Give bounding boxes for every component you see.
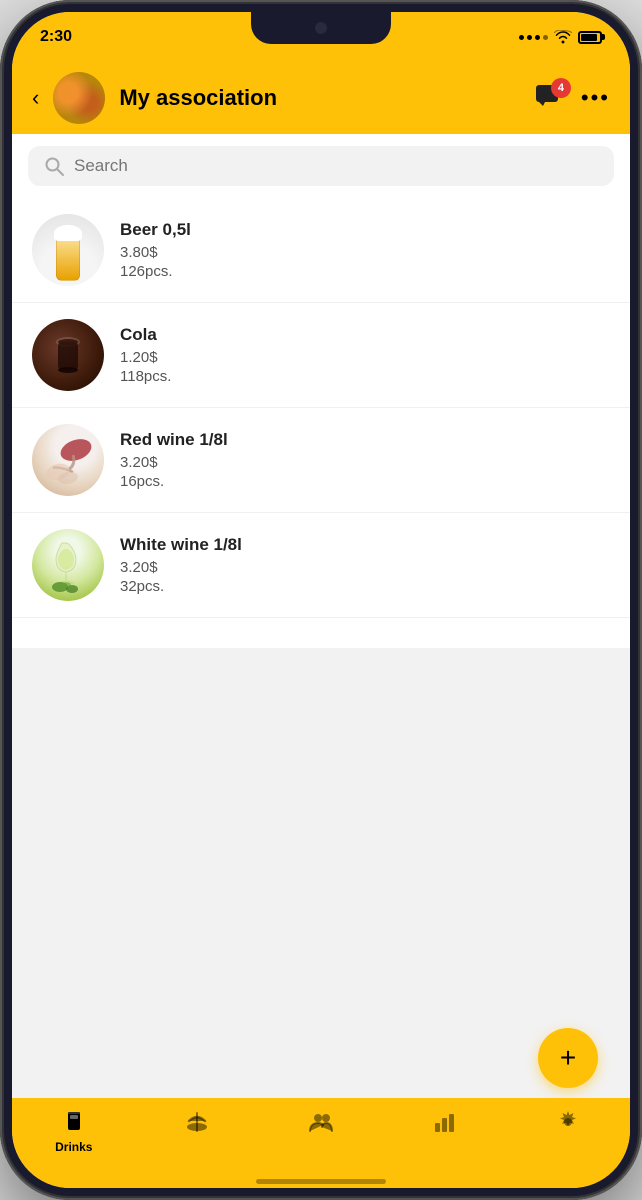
nav-label-drinks: Drinks <box>55 1140 92 1154</box>
content-area: Beer 0,5l 3.80$ 126pcs. <box>12 134 630 1098</box>
bottom-nav: Drinks <box>12 1098 630 1188</box>
item-quantity: 126pcs. <box>120 263 610 280</box>
item-name: Beer 0,5l <box>120 220 610 240</box>
settings-icon <box>554 1108 582 1136</box>
item-quantity: 16pcs. <box>120 473 610 490</box>
item-quantity: 32pcs. <box>120 578 610 595</box>
header-actions: 4 ••• <box>535 84 610 113</box>
list-item[interactable]: Red wine 1/8l 3.20$ 16pcs. <box>12 408 630 513</box>
food-icon <box>183 1108 211 1136</box>
item-name: Cola <box>120 325 610 345</box>
nav-item-food[interactable] <box>136 1108 260 1140</box>
fab-container: + <box>538 1028 598 1088</box>
battery-icon <box>578 31 602 44</box>
search-input[interactable] <box>74 156 598 176</box>
list-item[interactable]: Cola 1.20$ 118pcs. <box>12 303 630 408</box>
item-info: Cola 1.20$ 118pcs. <box>120 325 610 385</box>
item-name: White wine 1/8l <box>120 535 610 555</box>
avatar <box>53 72 105 124</box>
dot-2 <box>527 35 532 40</box>
wifi-icon <box>554 30 572 44</box>
list-item[interactable]: Beer 0,5l 3.80$ 126pcs. <box>12 198 630 303</box>
redwine-svg <box>38 430 98 490</box>
more-button[interactable]: ••• <box>581 85 610 111</box>
item-quantity: 118pcs. <box>120 368 610 385</box>
item-info: Beer 0,5l 3.80$ 126pcs. <box>120 220 610 280</box>
item-price: 3.80$ <box>120 244 610 261</box>
search-bar <box>28 146 614 186</box>
drinks-icon <box>60 1108 88 1136</box>
nav-item-members[interactable] <box>259 1108 383 1140</box>
dot-1 <box>519 35 524 40</box>
search-container <box>12 134 630 198</box>
notification-badge: 4 <box>551 78 571 98</box>
status-time: 2:30 <box>40 28 72 46</box>
header: ‹ My association 4 ••• <box>12 62 630 134</box>
list-item[interactable]: White wine 1/8l 3.20$ 32pcs. <box>12 513 630 618</box>
redwine-image <box>32 424 104 496</box>
nav-item-settings[interactable] <box>506 1108 630 1140</box>
home-indicator <box>256 1179 386 1184</box>
avatar-image <box>53 72 105 124</box>
status-icons <box>519 30 602 44</box>
cola-image <box>32 319 104 391</box>
dot-3 <box>535 35 540 40</box>
page-title: My association <box>119 85 521 111</box>
item-price: 1.20$ <box>120 349 610 366</box>
battery-fill <box>581 34 597 41</box>
signal-indicator <box>519 35 548 40</box>
notifications-button[interactable]: 4 <box>535 84 563 113</box>
search-icon <box>44 156 64 176</box>
nav-item-stats[interactable] <box>383 1108 507 1140</box>
item-info: White wine 1/8l 3.20$ 32pcs. <box>120 535 610 595</box>
item-price: 3.20$ <box>120 559 610 576</box>
stats-icon <box>431 1108 459 1136</box>
add-button[interactable]: + <box>538 1028 598 1088</box>
whitewine-svg <box>38 535 98 595</box>
camera <box>315 22 327 34</box>
item-price: 3.20$ <box>120 454 610 471</box>
nav-item-drinks[interactable]: Drinks <box>12 1108 136 1154</box>
item-name: Red wine 1/8l <box>120 430 610 450</box>
beer-image <box>32 214 104 286</box>
members-icon <box>307 1108 335 1136</box>
dot-4 <box>543 35 548 40</box>
whitewine-image <box>32 529 104 601</box>
screen: 2:30 <box>12 12 630 1188</box>
back-button[interactable]: ‹ <box>32 85 39 111</box>
phone-frame: 2:30 <box>0 0 642 1200</box>
items-list: Beer 0,5l 3.80$ 126pcs. <box>12 198 630 648</box>
cola-svg <box>48 330 88 380</box>
item-info: Red wine 1/8l 3.20$ 16pcs. <box>120 430 610 490</box>
notch <box>251 12 391 44</box>
